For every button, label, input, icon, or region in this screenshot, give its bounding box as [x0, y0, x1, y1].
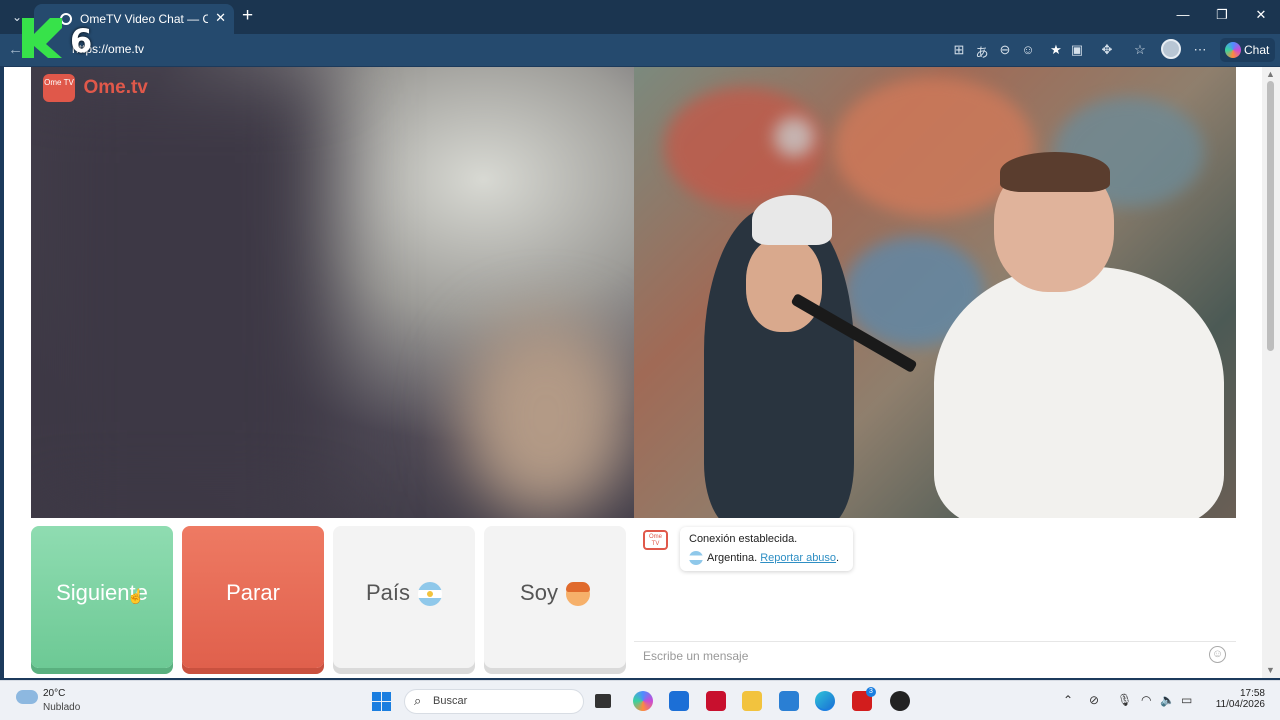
- favorite-star-icon[interactable]: ★: [1047, 42, 1065, 58]
- copilot-icon: [1225, 42, 1241, 58]
- chat-button-label: Chat: [1244, 43, 1270, 57]
- argentina-flag-icon: [418, 582, 443, 607]
- country-button-label: País: [365, 580, 411, 605]
- volume-icon[interactable]: 🔈: [1160, 693, 1175, 707]
- back-icon[interactable]: ←: [8, 41, 23, 58]
- chat-ometv-icon: Ome TV: [643, 530, 668, 550]
- camera-icon[interactable]: ▣: [1068, 42, 1086, 58]
- gender-button[interactable]: Soy: [484, 526, 626, 668]
- zoom-out-icon[interactable]: ⊖: [996, 42, 1014, 58]
- channel-number: 6: [70, 22, 93, 60]
- outlook-icon[interactable]: [779, 691, 799, 711]
- ometv-logo[interactable]: Ome TV Ome.tv: [43, 74, 148, 102]
- taskbar-search[interactable]: ⌕ Buscar: [404, 689, 584, 714]
- chevron-up-icon[interactable]: ⌃: [1063, 693, 1073, 707]
- notification-badge: 3: [866, 687, 876, 697]
- battery-icon[interactable]: ▭: [1181, 693, 1192, 707]
- minimize-icon[interactable]: —: [1168, 7, 1198, 22]
- search-placeholder: Buscar: [433, 695, 468, 707]
- local-video: [634, 67, 1236, 518]
- reading-icon[interactable]: ☺: [1019, 42, 1037, 57]
- page-scrollbar[interactable]: ▲ ▼: [1262, 67, 1280, 678]
- tab-bar: ⌄ OmeTV Video Chat — Omegl ✕ + — ❐ ✕: [0, 0, 1280, 34]
- emoji-icon[interactable]: ☺: [1209, 646, 1226, 663]
- store-icon[interactable]: [669, 691, 689, 711]
- weather-description[interactable]: Nublado: [43, 702, 80, 713]
- wifi-icon[interactable]: ◠: [1141, 693, 1151, 707]
- argentina-flag-icon: [689, 551, 703, 565]
- scroll-thumb[interactable]: [1267, 81, 1274, 351]
- message-input[interactable]: Escribe un mensaje: [634, 641, 1236, 668]
- microphone-icon[interactable]: 🎙: [1117, 693, 1132, 707]
- weather-temperature[interactable]: 20°C: [43, 688, 65, 699]
- windows-start-icon[interactable]: [372, 692, 391, 711]
- ometv-logo-icon: Ome TV: [43, 74, 75, 102]
- favorites-icon[interactable]: ☆: [1131, 42, 1149, 58]
- file-explorer-icon[interactable]: [742, 691, 762, 711]
- close-tab-icon[interactable]: ✕: [215, 10, 226, 26]
- ometv-logo-text: Ome.tv: [83, 77, 148, 98]
- connection-status: Conexión establecida.: [689, 533, 798, 545]
- next-button[interactable]: Siguiente: [31, 526, 173, 668]
- browser-tab[interactable]: OmeTV Video Chat — Omegl ✕: [34, 4, 234, 34]
- apps-icon[interactable]: ⊞: [950, 42, 968, 58]
- windows-taskbar: 20°C Nublado ⌕ Buscar 3 ⌃ ⊘ 🎙 ◠ 🔈 ▭ 17:5…: [0, 680, 1280, 720]
- new-tab-icon[interactable]: +: [242, 5, 253, 27]
- clock-date: 11/04/2026: [1215, 699, 1265, 710]
- country-button[interactable]: País: [333, 526, 475, 668]
- edge-icon[interactable]: [815, 691, 835, 711]
- profile-avatar[interactable]: [1161, 39, 1181, 59]
- tab-title: OmeTV Video Chat — Omegl: [80, 12, 208, 26]
- remote-video: [31, 67, 634, 518]
- copilot-chat-button[interactable]: Chat: [1220, 38, 1276, 62]
- search-icon: ⌕: [414, 693, 422, 708]
- partner-country: Argentina.: [707, 551, 758, 564]
- more-icon[interactable]: ⋯: [1191, 42, 1209, 58]
- task-view-icon[interactable]: [595, 694, 611, 708]
- system-message: Conexión establecida. Argentina. Reporta…: [680, 527, 853, 571]
- system-clock[interactable]: 17:58 11/04/2026: [1210, 688, 1265, 710]
- dark-app-icon[interactable]: [890, 691, 910, 711]
- report-abuse-link[interactable]: Reportar abuso: [760, 552, 836, 564]
- hand-cursor-icon: ☝: [127, 588, 145, 604]
- extensions-icon[interactable]: ✥: [1098, 42, 1116, 58]
- scroll-down-icon[interactable]: ▼: [1266, 665, 1275, 675]
- cloud-icon[interactable]: [16, 690, 38, 704]
- close-window-icon[interactable]: ✕: [1246, 7, 1276, 23]
- network-off-icon[interactable]: ⊘: [1089, 693, 1099, 707]
- channel-logo-icon: [22, 18, 62, 58]
- gender-button-label: Soy: [520, 580, 558, 605]
- clock-time: 17:58: [1239, 688, 1265, 699]
- maximize-icon[interactable]: ❐: [1207, 7, 1237, 23]
- copilot-taskbar-icon[interactable]: [633, 691, 653, 711]
- boy-face-icon: [565, 582, 590, 607]
- report-suffix: .: [836, 551, 840, 564]
- scroll-up-icon[interactable]: ▲: [1266, 69, 1275, 79]
- mcafee-icon[interactable]: [706, 691, 726, 711]
- stop-button[interactable]: Parar: [182, 526, 324, 668]
- address-bar: ← https://ome.tv ⊞ あ ⊖ ☺ ★ ▣ ✥ ☆ ⋯ Chat: [0, 34, 1280, 66]
- translate-icon[interactable]: あ: [973, 42, 991, 61]
